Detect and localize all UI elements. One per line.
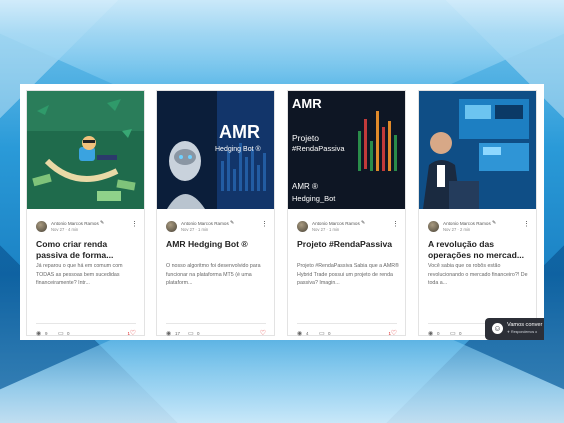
post-date: Nov 27 · 4 min	[51, 227, 79, 232]
view-count: 9	[45, 331, 48, 336]
image-line-1: Projeto	[292, 133, 319, 143]
view-count: 17	[175, 331, 181, 336]
view-count: 0	[437, 331, 440, 336]
comment-icon[interactable]: ▭	[450, 330, 456, 337]
image-line-4: Hedging_Bot	[292, 194, 336, 203]
image-brand: AMR	[292, 96, 322, 111]
divider	[166, 323, 266, 324]
chat-title[interactable]: Vamos conver	[507, 322, 542, 328]
comment-count: 0	[459, 331, 462, 336]
post-author[interactable]: Antonio Marcos Ramos ✎ Nov 27 · 2 min ⋮	[428, 220, 530, 235]
image-line-3: AMR ®	[292, 182, 318, 191]
image-line-2: #RendaPassiva	[292, 144, 345, 153]
post-image-trading-floor[interactable]	[419, 91, 536, 209]
more-icon[interactable]: ⋮	[131, 220, 138, 228]
post-card[interactable]: AMR Hedging Bot ® Antonio Marcos Ramos ✎…	[156, 90, 275, 338]
eye-icon: ◉	[36, 331, 42, 337]
comment-count: 0	[67, 331, 70, 336]
post-author[interactable]: Antonio Marcos Ramos ✎ Nov 27 · 4 min ⋮	[36, 220, 138, 235]
post-card[interactable]: Antonio Marcos Ramos ✎ Nov 27 · 4 min ⋮ …	[26, 90, 145, 338]
divider	[297, 323, 397, 324]
post-card[interactable]: Antonio Marcos Ramos ✎ Nov 27 · 2 min ⋮ …	[418, 90, 537, 337]
chat-subtitle: ✈ Respondemos o	[507, 330, 538, 334]
background-bottom-shape	[0, 339, 564, 423]
comment-count: 0	[328, 331, 331, 336]
comment-icon[interactable]: ▭	[319, 330, 325, 337]
comment-icon[interactable]: ▭	[188, 330, 194, 337]
post-title[interactable]: Como criar renda passiva de forma...	[36, 239, 138, 260]
post-date: Nov 27 · 1 min	[312, 227, 340, 232]
post-stats: ◉ 9 ▭ 0 1 ♡	[36, 330, 136, 338]
more-icon[interactable]: ⋮	[261, 220, 268, 228]
avatar[interactable]	[297, 221, 308, 232]
image-brand: AMR	[219, 122, 260, 142]
post-excerpt[interactable]: Projeto #RendaPassiva Sabia que a AMR® H…	[297, 262, 399, 288]
post-author[interactable]: Antonio Marcos Ramos ✎ Nov 27 · 1 min ⋮	[166, 220, 268, 235]
eye-icon: ◉	[297, 331, 303, 337]
post-title[interactable]: Projeto #RendaPassiva	[297, 239, 399, 250]
pen-icon: ✎	[230, 220, 235, 226]
comment-icon[interactable]: ▭	[58, 330, 64, 337]
author-name[interactable]: Antonio Marcos Ramos	[312, 221, 360, 226]
heart-icon[interactable]: ♡	[260, 329, 266, 337]
post-date: Nov 27 · 1 min	[181, 227, 209, 232]
author-name[interactable]: Antonio Marcos Ramos	[443, 221, 491, 226]
post-title[interactable]: AMR Hedging Bot ®	[166, 239, 268, 250]
avatar[interactable]	[36, 221, 47, 232]
post-title[interactable]: A revolução das operações no mercad...	[428, 239, 530, 260]
view-count: 4	[306, 331, 309, 336]
author-name[interactable]: Antonio Marcos Ramos	[181, 221, 229, 226]
author-name[interactable]: Antonio Marcos Ramos	[51, 221, 99, 226]
chat-widget[interactable]: ☺ Vamos conver ✈ Respondemos o	[485, 318, 544, 340]
eye-icon: ◉	[166, 331, 172, 337]
post-stats: ◉ 17 ▭ 0 ♡	[166, 330, 266, 338]
heart-icon[interactable]: ♡	[391, 329, 397, 337]
blog-feed: Antonio Marcos Ramos ✎ Nov 27 · 4 min ⋮ …	[20, 84, 544, 340]
image-caption: Hedging Bot ®	[215, 145, 261, 153]
post-card[interactable]: AMR Projeto #RendaPassiva AMR ® Hedging_…	[287, 90, 406, 338]
post-date: Nov 27 · 2 min	[443, 227, 471, 232]
post-excerpt[interactable]: O nosso algoritmo foi desenvolvido para …	[166, 262, 268, 288]
post-image-hammock[interactable]	[27, 91, 144, 209]
avatar[interactable]	[166, 221, 177, 232]
pen-icon: ✎	[361, 220, 366, 226]
post-image-renda-passiva[interactable]: AMR Projeto #RendaPassiva AMR ® Hedging_…	[288, 91, 405, 209]
post-stats: ◉ 4 ▭ 0 1 ♡	[297, 330, 397, 338]
chat-icon[interactable]: ☺	[492, 323, 503, 334]
heart-icon[interactable]: ♡	[130, 329, 136, 337]
pen-icon: ✎	[492, 220, 497, 226]
pen-icon: ✎	[100, 220, 105, 226]
post-author[interactable]: Antonio Marcos Ramos ✎ Nov 27 · 1 min ⋮	[297, 220, 399, 235]
divider	[36, 323, 136, 324]
avatar[interactable]	[428, 221, 439, 232]
comment-count: 0	[197, 331, 200, 336]
post-excerpt[interactable]: Você sabia que os robôs estão revolucion…	[428, 262, 530, 288]
post-excerpt[interactable]: Já reparou o que há em comum com TODAS a…	[36, 262, 138, 288]
post-image-robot[interactable]: AMR Hedging Bot ®	[157, 91, 274, 209]
more-icon[interactable]: ⋮	[392, 220, 399, 228]
more-icon[interactable]: ⋮	[523, 220, 530, 228]
eye-icon: ◉	[428, 331, 434, 337]
